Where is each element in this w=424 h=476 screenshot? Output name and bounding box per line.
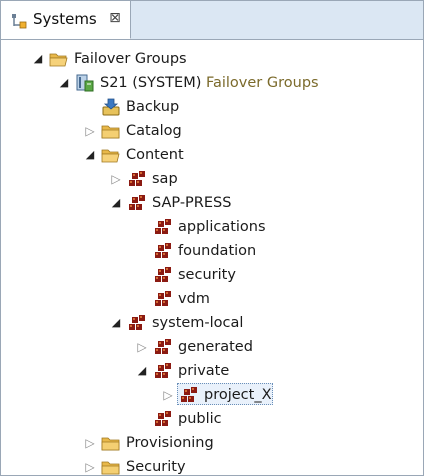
system-db-icon [75, 73, 95, 93]
expanded-arrow-icon[interactable]: ◢ [109, 194, 123, 212]
tree-item-label: Content [126, 144, 184, 166]
tree-item-generated[interactable]: ▷ generated [1, 335, 421, 359]
tree-item-label: private [178, 360, 229, 382]
tree-item-text: sap [152, 171, 178, 187]
package-icon [153, 361, 173, 381]
collapsed-arrow-icon[interactable]: ▷ [83, 458, 97, 475]
folder-open-icon [101, 145, 121, 165]
package-icon [153, 241, 173, 261]
tree-item-system-local[interactable]: ◢ system-local [1, 311, 421, 335]
tree-item-label: project_X [204, 384, 272, 406]
tree-item-label: system-local [152, 312, 243, 334]
tree-item-failover-groups[interactable]: ◢ Failover Groups [1, 47, 421, 71]
tree-item-vdm[interactable]: vdm [1, 287, 421, 311]
systems-view-icon [10, 12, 28, 30]
tree-item-project-x[interactable]: ▷ project_X [1, 383, 421, 407]
tree-item-text: system-local [152, 315, 244, 331]
package-icon [153, 289, 173, 309]
collapsed-arrow-icon[interactable]: ▷ [109, 170, 123, 188]
tree-item-label: S21 (SYSTEM) Failover Groups [100, 72, 319, 94]
tree-item-label: Catalog [126, 120, 182, 142]
package-icon [153, 265, 173, 285]
tree-item-label: generated [178, 336, 253, 358]
systems-view: Systems ⊠ ◢ Failover Groups ◢ S21 (SYSTEM… [0, 0, 424, 476]
tree-item-label: sap [152, 168, 178, 190]
tab-label: Systems [33, 10, 97, 28]
tree-item-private[interactable]: ◢ private [1, 359, 421, 383]
backup-icon [101, 97, 121, 117]
tree-item-text: security [178, 267, 236, 283]
expanded-arrow-icon[interactable]: ◢ [57, 74, 71, 92]
tree-item-provisioning[interactable]: ▷ Provisioning [1, 431, 421, 455]
tree-item-text: vdm [178, 291, 210, 307]
tree-item-text: Content [126, 147, 184, 163]
tree-item-label: Backup [126, 96, 179, 118]
tree-item-text: SAP-PRESS [152, 195, 232, 211]
collapsed-arrow-icon[interactable]: ▷ [83, 434, 97, 452]
collapsed-arrow-icon[interactable]: ▷ [83, 122, 97, 140]
expanded-arrow-icon[interactable]: ◢ [31, 50, 45, 68]
tree-item-label: foundation [178, 240, 256, 262]
tree-item-security[interactable]: ▷ Security [1, 455, 421, 475]
failover-group-suffix: Failover Groups [205, 75, 319, 91]
package-icon [153, 409, 173, 429]
tree-item-label: SAP-PRESS [152, 192, 231, 214]
tree-item-public[interactable]: public [1, 407, 421, 431]
tree-item-label: vdm [178, 288, 210, 310]
tree-item-label: applications [178, 216, 266, 238]
tree-item-content[interactable]: ◢ Content [1, 143, 421, 167]
package-icon [153, 337, 173, 357]
tree-item-text: Provisioning [126, 435, 214, 451]
tree-item-label: public [178, 408, 222, 430]
tree-item-text: generated [178, 339, 253, 355]
folder-open-icon [49, 49, 69, 69]
package-icon [153, 217, 173, 237]
tree-item-security[interactable]: security [1, 263, 421, 287]
folder-icon [101, 433, 121, 453]
tab-systems[interactable]: Systems ⊠ [1, 1, 131, 39]
package-icon [127, 193, 147, 213]
tree-item-sap-press[interactable]: ◢ SAP-PRESS [1, 191, 421, 215]
folder-icon [101, 121, 121, 141]
package-icon [127, 313, 147, 333]
tree-item-text: private [178, 363, 230, 379]
tree-item-text: applications [178, 219, 266, 235]
view-tab-bar: Systems ⊠ [1, 1, 423, 40]
collapsed-arrow-icon[interactable]: ▷ [161, 386, 175, 404]
close-icon[interactable]: ⊠ [107, 9, 123, 27]
expanded-arrow-icon[interactable]: ◢ [83, 146, 97, 164]
tree-item-text: project_X [204, 387, 272, 403]
tree-item-label: Provisioning [126, 432, 214, 454]
tree-item-backup[interactable]: Backup [1, 95, 421, 119]
tree-item-text: Security [126, 459, 186, 475]
expanded-arrow-icon[interactable]: ◢ [135, 362, 149, 380]
package-icon [179, 385, 199, 405]
tree-item-text: public [178, 411, 222, 427]
tree-item-text: Backup [126, 99, 180, 115]
tree-item-label: Security [126, 456, 186, 475]
tree-item-label: security [178, 264, 236, 286]
tree-item-foundation[interactable]: foundation [1, 239, 421, 263]
tree-item-text: Failover Groups [74, 51, 187, 67]
tree-item-text: S21 (SYSTEM) [100, 75, 202, 91]
tree-item-label: Failover Groups [74, 48, 187, 70]
tree-item-sap[interactable]: ▷ sap [1, 167, 421, 191]
tree-item-text: foundation [178, 243, 257, 259]
tree-item-text: Catalog [126, 123, 182, 139]
tree-item-applications[interactable]: applications [1, 215, 421, 239]
system-tree: ◢ Failover Groups ◢ S21 (SYSTEM) Failover… [1, 39, 423, 475]
tree-item-s21-system-[interactable]: ◢ S21 (SYSTEM) Failover Groups [1, 71, 421, 95]
package-icon [127, 169, 147, 189]
expanded-arrow-icon[interactable]: ◢ [109, 314, 123, 332]
folder-icon [101, 457, 121, 475]
tree-item-catalog[interactable]: ▷ Catalog [1, 119, 421, 143]
collapsed-arrow-icon[interactable]: ▷ [135, 338, 149, 356]
